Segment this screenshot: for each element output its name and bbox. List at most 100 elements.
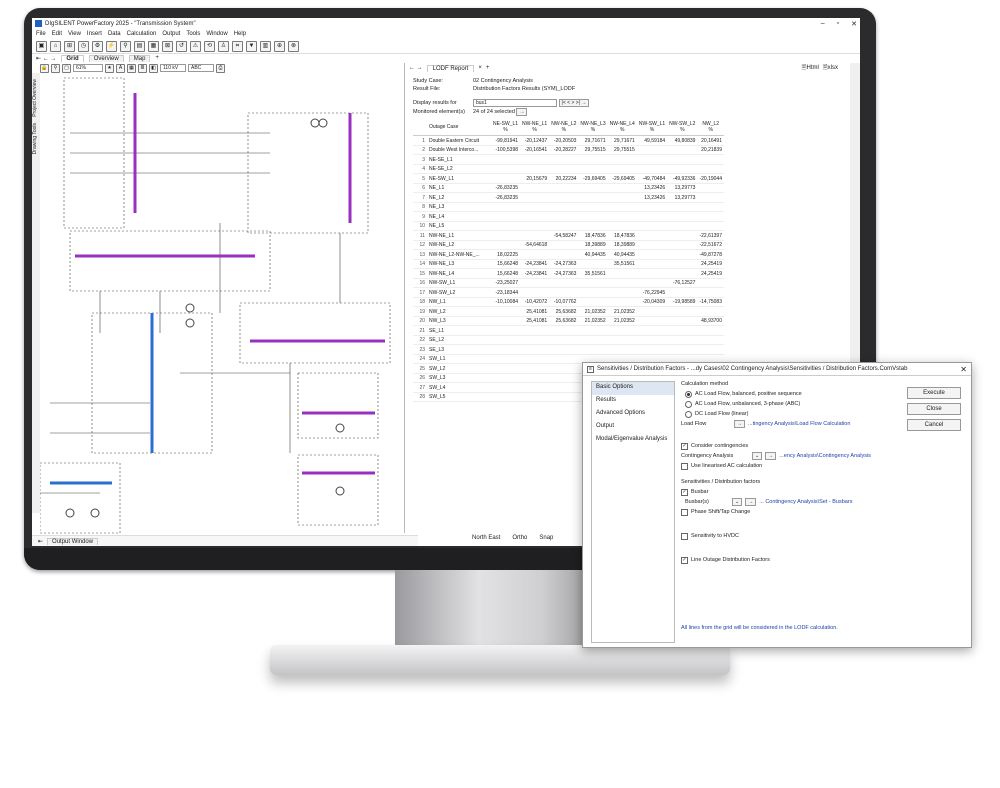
lodf-value-cell[interactable] bbox=[578, 278, 608, 289]
lodf-value-cell[interactable] bbox=[636, 154, 668, 165]
lodf-value-cell[interactable] bbox=[491, 221, 521, 232]
voltage-select[interactable]: 110 kV bbox=[160, 64, 186, 72]
table-row[interactable]: 16 NW-SW_L1 -23,25027 -76,12527 bbox=[413, 278, 724, 289]
outage-case-cell[interactable]: NE_L3 bbox=[427, 202, 491, 213]
status-ortho[interactable]: Ortho bbox=[512, 535, 527, 541]
table-row[interactable]: 2 Double West Interco... -100,5398 -20,1654… bbox=[413, 145, 724, 156]
add-tab-icon[interactable]: + bbox=[155, 55, 159, 61]
lodf-value-cell[interactable] bbox=[520, 249, 550, 260]
restore-icon[interactable]: ▫ bbox=[837, 20, 839, 28]
lodf-value-cell[interactable]: -10,10084 bbox=[491, 297, 521, 308]
outage-case-cell[interactable]: NW_L1 bbox=[427, 297, 491, 308]
lodf-value-cell[interactable] bbox=[697, 306, 724, 317]
lodf-value-cell[interactable]: -19,98589 bbox=[667, 297, 698, 308]
lodf-value-cell[interactable] bbox=[636, 344, 668, 355]
tab-map[interactable]: Map bbox=[128, 54, 151, 62]
table-row[interactable]: 18 NW_L1 -10,10084 -10,42072 -10,07762 -20,04… bbox=[413, 297, 724, 308]
table-row[interactable]: 8 NE_L3 bbox=[413, 202, 724, 213]
lodf-value-cell[interactable]: -76,12527 bbox=[667, 278, 698, 289]
menu-calculation[interactable]: Calculation bbox=[127, 31, 157, 37]
lodf-value-cell[interactable] bbox=[667, 221, 698, 232]
lodf-value-cell[interactable] bbox=[491, 164, 521, 175]
lodf-value-cell[interactable] bbox=[667, 268, 698, 279]
lodf-value-cell[interactable]: -100,5398 bbox=[491, 145, 521, 156]
lodf-value-cell[interactable] bbox=[607, 297, 637, 308]
lodf-value-cell[interactable]: 13,23426 bbox=[636, 192, 668, 203]
method-option[interactable]: AC Load Flow, unbalanced, 3-phase (ABC) bbox=[685, 399, 881, 409]
lodf-value-cell[interactable] bbox=[667, 325, 698, 336]
lodf-value-cell[interactable]: 20,22234 bbox=[549, 173, 579, 184]
lodf-value-cell[interactable] bbox=[667, 211, 698, 222]
toolbar-icon[interactable]: ⚡ bbox=[106, 40, 117, 52]
lodf-value-cell[interactable]: 49,59184 bbox=[636, 135, 668, 146]
table-row[interactable]: 11 NW-NE_L1 -54,58247 18,47836 18,47836 -22,6… bbox=[413, 230, 724, 241]
lodf-value-cell[interactable] bbox=[520, 354, 550, 365]
lodf-value-cell[interactable] bbox=[697, 183, 724, 194]
table-row[interactable]: 20 NW_L3 25,41081 25,63682 21,02352 21,02352 4… bbox=[413, 316, 724, 327]
lodf-value-cell[interactable]: -20,19044 bbox=[697, 173, 724, 184]
outage-case-cell[interactable]: NE_L5 bbox=[427, 221, 491, 232]
lodf-value-cell[interactable] bbox=[607, 221, 637, 232]
lodf-value-cell[interactable]: -23,25027 bbox=[491, 278, 521, 289]
col-header[interactable]: NW-SW_L2% bbox=[667, 119, 698, 137]
linearised-option[interactable]: Use linearised AC calculation bbox=[681, 461, 881, 471]
lodf-value-cell[interactable] bbox=[549, 240, 579, 251]
toolbar-icon[interactable]: ⊠ bbox=[162, 40, 173, 52]
lodf-value-cell[interactable]: -26,83235 bbox=[491, 192, 521, 203]
menu-edit[interactable]: Edit bbox=[52, 31, 62, 37]
lodf-value-cell[interactable]: 35,51561 bbox=[578, 268, 608, 279]
lodf-value-cell[interactable]: 13,29773 bbox=[667, 183, 698, 194]
checkbox-checked-icon[interactable]: ✓ bbox=[681, 488, 688, 496]
lodf-value-cell[interactable] bbox=[636, 240, 668, 251]
lodf-value-cell[interactable]: -20,28227 bbox=[549, 145, 579, 156]
display-for-select[interactable]: bus1 bbox=[473, 99, 557, 107]
radio-icon[interactable] bbox=[685, 400, 692, 408]
table-row[interactable]: 12 NW-NE_L2 -54,64618 18,39889 18,39889 -22,5… bbox=[413, 240, 724, 251]
busbar-option[interactable]: ✓ Busbar bbox=[681, 487, 881, 497]
lodf-value-cell[interactable] bbox=[578, 287, 608, 298]
lodf-value-cell[interactable]: 29,75515 bbox=[578, 145, 608, 156]
lodf-value-cell[interactable]: 13,23426 bbox=[636, 183, 668, 194]
toolbar-icon[interactable]: ⟲ bbox=[204, 40, 215, 52]
outage-case-cell[interactable]: NE_L2 bbox=[427, 192, 491, 203]
lodf-value-cell[interactable] bbox=[491, 230, 521, 241]
lodf-value-cell[interactable] bbox=[636, 164, 668, 175]
lodf-value-cell[interactable]: 18,39889 bbox=[607, 240, 637, 251]
lodf-value-cell[interactable]: 24,25419 bbox=[697, 268, 724, 279]
lodf-value-cell[interactable] bbox=[520, 164, 550, 175]
table-row[interactable]: 13 NW-NE_L2-NW-NE_... 18,02225 40,94435 40,9… bbox=[413, 249, 724, 260]
menu-insert[interactable]: Insert bbox=[87, 31, 102, 37]
lodf-value-cell[interactable] bbox=[667, 230, 698, 241]
lodf-value-cell[interactable]: 49,80839 bbox=[667, 135, 698, 146]
lodf-value-cell[interactable] bbox=[636, 278, 668, 289]
nav-results[interactable]: Results bbox=[592, 395, 674, 408]
tab-grid[interactable]: Grid bbox=[61, 54, 84, 62]
lodf-value-cell[interactable] bbox=[578, 221, 608, 232]
toolbar-icon[interactable]: ⌗ bbox=[232, 40, 243, 52]
lodf-value-cell[interactable]: 40,94435 bbox=[607, 249, 637, 260]
col-outage-case[interactable]: Outage Case bbox=[427, 119, 491, 137]
nav-modal-analysis[interactable]: Modal/Eigenvalue Analysis bbox=[592, 434, 674, 447]
col-header[interactable]: NE-SW_L1% bbox=[491, 119, 521, 137]
phase-shift-option[interactable]: Phase Shift/Tap Change bbox=[681, 507, 881, 517]
lodf-value-cell[interactable] bbox=[578, 344, 608, 355]
export-xlsx-button[interactable]: 🗎xlsx bbox=[823, 63, 838, 73]
outage-case-cell[interactable]: NE_L1 bbox=[427, 183, 491, 194]
nav-arrows[interactable]: ← → bbox=[409, 65, 423, 71]
toolbar-icon[interactable]: ⊕ bbox=[274, 40, 285, 52]
table-row[interactable]: 15 NW-NE_L4 15,66248 -24,23841 -24,27363 35,5… bbox=[413, 268, 724, 279]
lodf-value-cell[interactable] bbox=[578, 211, 608, 222]
lodf-value-cell[interactable] bbox=[667, 249, 698, 260]
lodf-value-cell[interactable]: 18,47836 bbox=[607, 230, 637, 241]
lodf-value-cell[interactable]: 21,02352 bbox=[578, 316, 608, 327]
arrow-button[interactable]: → bbox=[734, 420, 745, 428]
status-snap[interactable]: Snap bbox=[539, 535, 553, 541]
lodf-value-cell[interactable] bbox=[520, 230, 550, 241]
outage-case-cell[interactable]: NE_L4 bbox=[427, 211, 491, 222]
lodf-value-cell[interactable] bbox=[578, 259, 608, 270]
outage-case-cell[interactable]: SW_L4 bbox=[427, 382, 491, 393]
table-row[interactable]: 6 NE_L1 -26,83235 13,23426 13,29773 bbox=[413, 183, 724, 194]
lodf-value-cell[interactable]: -14,75083 bbox=[697, 297, 724, 308]
lodf-value-cell[interactable] bbox=[636, 268, 668, 279]
lodf-value-cell[interactable] bbox=[697, 325, 724, 336]
